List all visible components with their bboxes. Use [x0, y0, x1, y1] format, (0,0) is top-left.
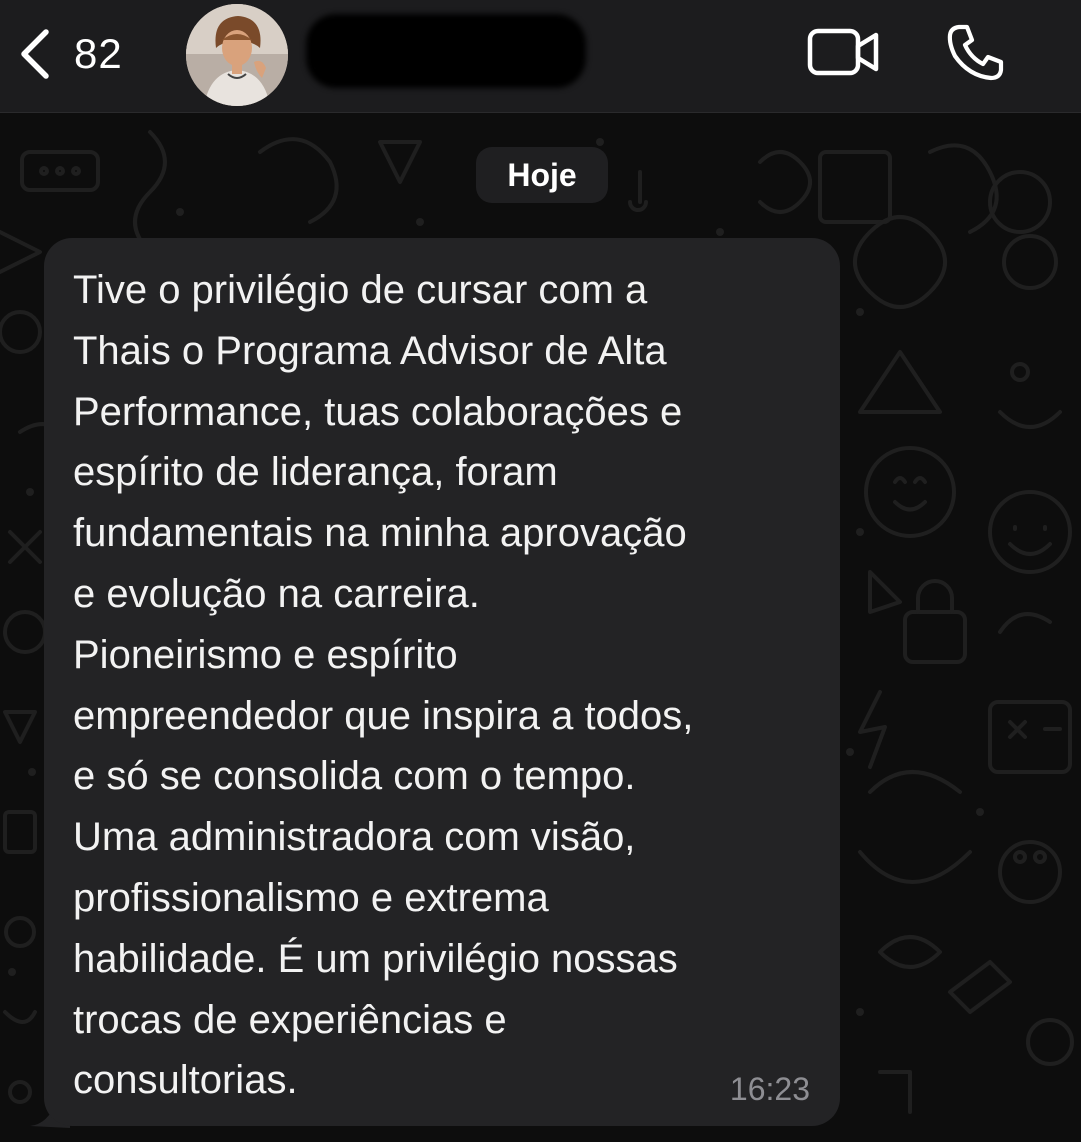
chevron-left-icon [21, 29, 49, 79]
message-text: Tive o privilégio de cursar com a Thais … [73, 268, 694, 1103]
avatar-photo [186, 4, 288, 106]
chat-header: 82 F [0, 0, 1081, 113]
chat-screen: 82 F [0, 0, 1081, 1142]
video-camera-icon [807, 28, 879, 76]
back-button[interactable]: 82 [18, 22, 158, 86]
name-redaction [306, 14, 586, 88]
incoming-message-bubble[interactable]: Tive o privilégio de cursar com a Thais … [44, 238, 840, 1126]
voice-call-button[interactable] [945, 22, 1007, 82]
phone-icon [947, 24, 1004, 81]
avatar[interactable] [186, 4, 288, 106]
unread-count: 82 [74, 30, 123, 77]
message-timestamp: 16:23 [729, 1071, 810, 1107]
date-separator: Hoje [476, 147, 608, 203]
video-call-button[interactable] [806, 26, 882, 78]
